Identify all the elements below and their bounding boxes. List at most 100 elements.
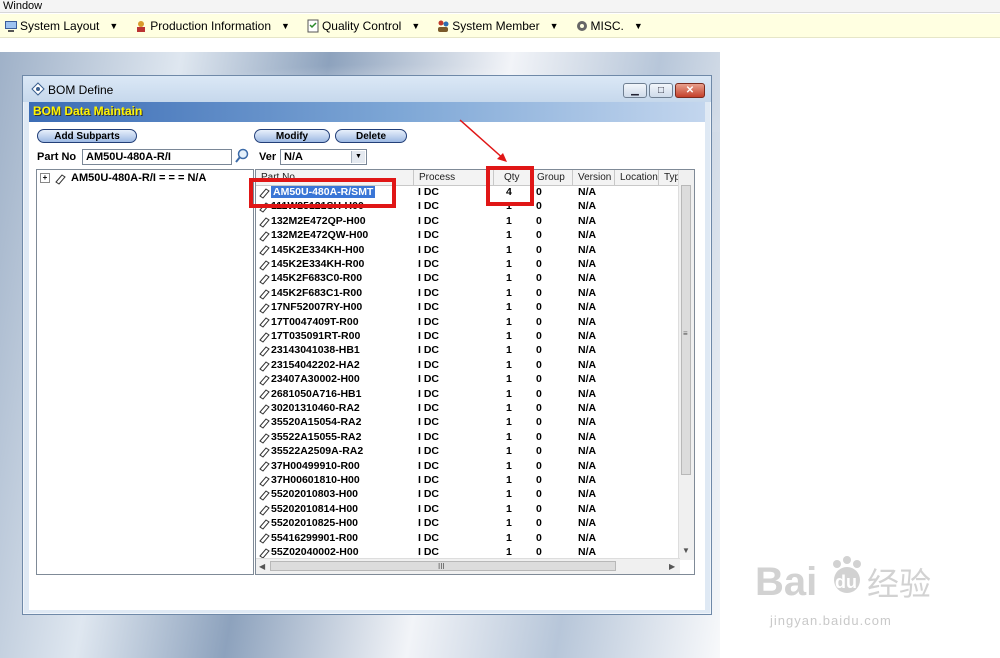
cell-version: N/A [578,229,597,242]
menu-system-member[interactable]: System Member ▼ [432,19,559,33]
chevron-down-icon[interactable]: ▼ [550,21,559,31]
cell-version: N/A [578,315,597,328]
maximize-icon: □ [657,85,665,96]
cell-part-no: 35520A15054-RA2 [258,415,361,429]
table-row[interactable]: 55416299901-R00 I DC 1 0 N/A [256,531,680,545]
cell-group: 0 [536,474,542,486]
cell-group: 0 [536,445,542,458]
scroll-down-icon[interactable]: ▼ [682,546,690,555]
part-no-text: 37H00601810-H00 [271,474,360,486]
table-row[interactable]: 55202010825-H00 I DC 1 0 N/A [256,516,680,530]
part-no-text: 145K2F683C0-R00 [271,272,363,285]
expand-icon[interactable]: + [40,173,50,183]
menu-quality-control[interactable]: Quality Control ▼ [302,19,420,33]
cell-part-no: 55202010825-H00 [258,516,358,530]
scroll-right-icon[interactable]: ▶ [669,562,675,571]
part-no-text: 145K2E334KH-H00 [271,243,365,256]
cell-version: N/A [578,286,597,299]
cell-process: I DC [418,373,439,386]
part-icon [258,547,270,559]
window-titlebar[interactable]: BOM Define ▁ □ ✕ [23,76,711,102]
minimize-button[interactable]: ▁ [623,83,647,98]
annotation-arrow-icon [459,119,507,162]
cell-qty: 1 [506,531,512,544]
cell-group: 0 [536,358,542,371]
part-icon [258,230,270,242]
main-menubar: System Layout ▼ Production Information ▼… [0,14,1000,38]
checklist-icon [306,19,320,33]
watermark-url: jingyan.baidu.com [770,613,892,628]
part-no-text: 145K2E334KH-R00 [271,258,365,270]
menu-label: Production Information [150,18,272,33]
table-row[interactable]: 17T0047409T-R00 I DC 1 0 N/A [256,315,680,329]
cell-qty: 1 [506,301,512,314]
table-row[interactable]: 145K2F683C1-R00 I DC 1 0 N/A [256,286,680,300]
cell-group: 0 [536,214,542,227]
maximize-button[interactable]: □ [649,83,673,98]
table-row[interactable]: 145K2F683C0-R00 I DC 1 0 N/A [256,271,680,285]
search-icon[interactable] [234,148,250,167]
table-row[interactable]: 35522A2509A-RA2 I DC 1 0 N/A [256,444,680,458]
table-row[interactable]: 23154042202-HA2 I DC 1 0 N/A [256,358,680,372]
table-row[interactable]: 35520A15054-RA2 I DC 1 0 N/A [256,415,680,429]
column-header-location[interactable]: Location [615,170,659,185]
table-row[interactable]: 30201310460-RA2 I DC 1 0 N/A [256,401,680,415]
cell-part-no: 145K2F683C1-R00 [258,286,362,300]
table-row[interactable]: 37H00601810-H00 I DC 1 0 N/A [256,473,680,487]
table-row[interactable]: 55202010803-H00 I DC 1 0 N/A [256,487,680,501]
table-row[interactable]: 55202010814-H00 I DC 1 0 N/A [256,502,680,516]
vertical-scrollbar[interactable]: ≡ ▼ [678,170,694,560]
cell-process: I DC [418,344,439,357]
table-row[interactable]: 2681050A716-HB1 I DC 1 0 N/A [256,387,680,401]
table-row[interactable]: 132M2E472QP-H00 I DC 1 0 N/A [256,214,680,228]
chevron-down-icon[interactable]: ▼ [109,21,118,31]
cell-qty: 1 [506,459,512,472]
part-icon [258,273,270,285]
column-header-version[interactable]: Version [573,170,615,185]
horizontal-scrollbar[interactable]: ◀ III ▶ [256,558,680,574]
table-row[interactable]: 17NF52007RY-H00 I DC 1 0 N/A [256,300,680,314]
table-row[interactable]: 37H00499910-R00 I DC 1 0 N/A [256,459,680,473]
table-row[interactable]: 23407A30002-H00 I DC 1 0 N/A [256,372,680,386]
menu-production-information[interactable]: Production Information ▼ [130,19,290,33]
ver-selected-value: N/A [284,151,303,163]
chevron-down-icon[interactable]: ▼ [351,151,365,163]
table-row[interactable]: 132M2E472QW-H00 I DC 1 0 N/A [256,228,680,242]
part-icon [258,244,270,256]
modify-button[interactable]: Modify [254,129,330,143]
part-icon [258,316,270,328]
table-row[interactable]: 23143041038-HB1 I DC 1 0 N/A [256,343,680,357]
column-header-group[interactable]: Group [532,170,573,185]
section-title: BOM Data Maintain [33,104,143,118]
add-subparts-button[interactable]: Add Subparts [37,129,137,143]
ver-select[interactable]: N/A ▼ [280,149,367,165]
menu-label: Quality Control [321,18,402,33]
table-row[interactable]: 17T035091RT-R00 I DC 1 0 N/A [256,329,680,343]
column-header-type[interactable]: Type [659,170,680,185]
menu-misc[interactable]: MISC. ▼ [571,19,643,33]
tree-node-root[interactable]: + AM50U-480A-R/I = = = N/A [40,172,206,185]
app-window-caption: Window [0,0,1000,13]
part-icon [258,331,270,343]
cell-qty: 1 [506,387,512,400]
cell-qty: 1 [506,358,512,371]
table-row[interactable]: 145K2E334KH-H00 I DC 1 0 N/A [256,243,680,257]
cell-process: I DC [418,474,439,486]
bom-tree[interactable]: + AM50U-480A-R/I = = = N/A [36,169,254,575]
part-no-input[interactable]: AM50U-480A-R/I [82,149,232,165]
cell-qty: 1 [506,214,512,227]
delete-button[interactable]: Delete [335,129,407,143]
table-row[interactable]: 35522A15055-RA2 I DC 1 0 N/A [256,430,680,444]
part-no-text: 132M2E472QW-H00 [271,229,369,242]
chevron-down-icon[interactable]: ▼ [634,21,643,31]
cell-group: 0 [536,459,542,472]
chevron-down-icon[interactable]: ▼ [411,21,420,31]
scroll-left-icon[interactable]: ◀ [259,562,265,571]
close-button[interactable]: ✕ [675,83,705,98]
svg-text:经验: 经验 [867,565,931,603]
cell-process: I DC [418,502,439,515]
chevron-down-icon[interactable]: ▼ [281,21,290,31]
cell-qty: 1 [506,344,512,357]
menu-system-layout[interactable]: System Layout ▼ [0,19,118,33]
table-row[interactable]: 145K2E334KH-R00 I DC 1 0 N/A [256,257,680,271]
